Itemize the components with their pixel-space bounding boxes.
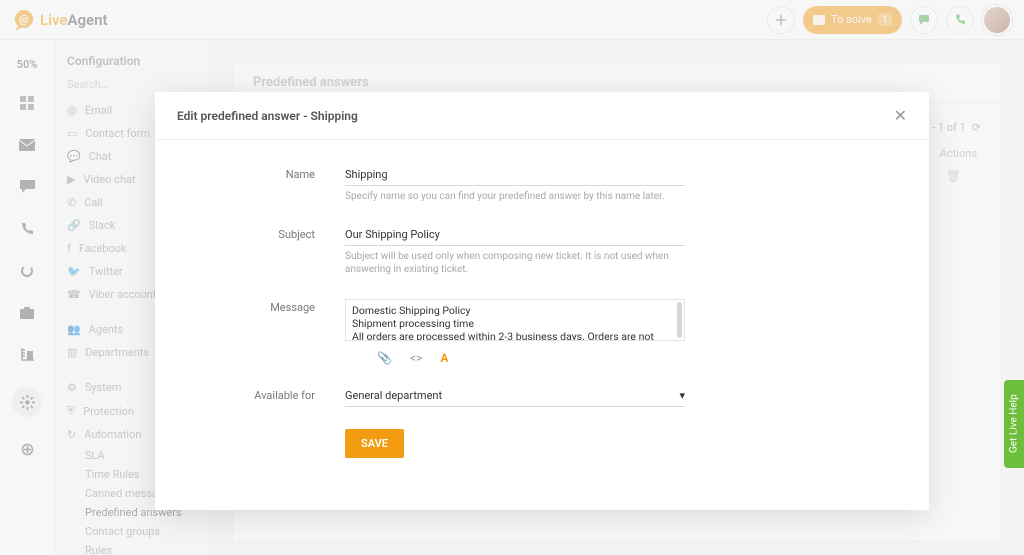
modal-title: Edit predefined answer - Shipping	[177, 109, 358, 123]
chevron-down-icon: ▾	[679, 389, 685, 402]
subject-hint: Subject will be used only when composing…	[345, 250, 685, 277]
attachment-icon[interactable]: 📎	[377, 351, 392, 365]
message-editor[interactable]: Domestic Shipping Policy Shipment proces…	[345, 299, 685, 341]
save-button[interactable]: SAVE	[345, 429, 404, 458]
code-icon[interactable]: <>	[410, 351, 422, 365]
editor-toolbar: 📎 <> A	[345, 341, 685, 365]
subject-input[interactable]	[345, 226, 685, 246]
name-label: Name	[155, 166, 345, 204]
subject-label: Subject	[155, 226, 345, 277]
modal-close-button[interactable]: ✕	[894, 106, 907, 125]
name-input[interactable]	[345, 166, 685, 186]
message-label: Message	[155, 299, 345, 365]
available-label: Available for	[155, 387, 345, 407]
format-icon[interactable]: A	[440, 351, 448, 365]
available-select[interactable]: General department ▾	[345, 387, 685, 407]
modal-header: Edit predefined answer - Shipping ✕	[155, 92, 929, 140]
edit-modal: Edit predefined answer - Shipping ✕ Name…	[155, 92, 929, 510]
modal-body: Name Specify name so you can find your p…	[155, 140, 929, 510]
get-help-tab[interactable]: Get Live Help	[1004, 380, 1024, 468]
name-hint: Specify name so you can find your predef…	[345, 190, 685, 204]
